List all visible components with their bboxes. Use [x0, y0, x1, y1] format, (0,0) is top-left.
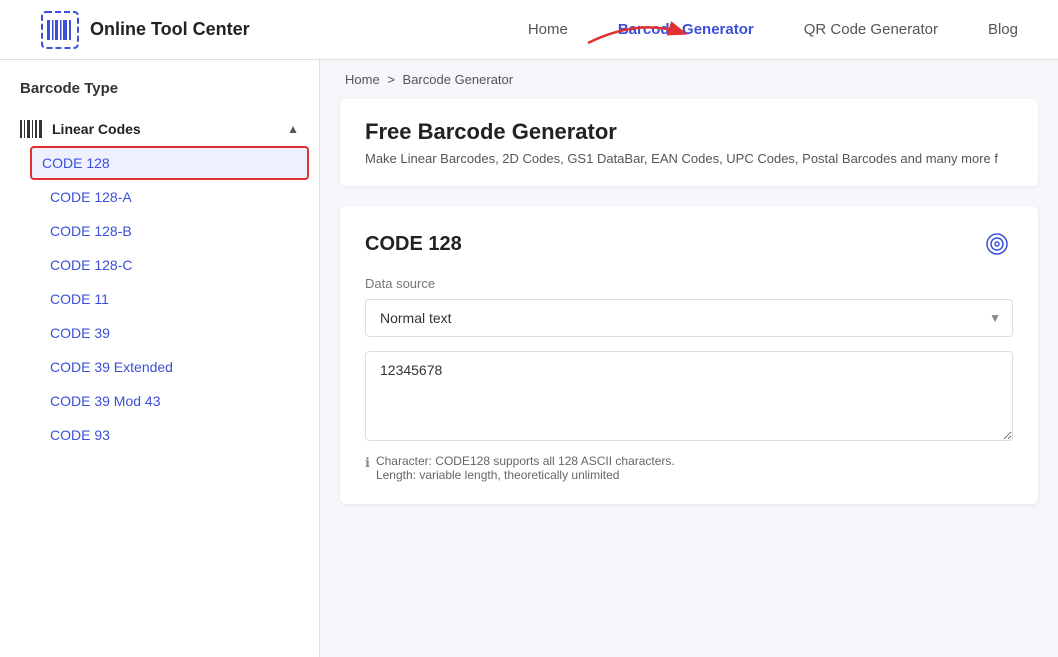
barcode-text-input[interactable] [365, 351, 1013, 441]
barcode-lines-icon [20, 120, 42, 138]
breadcrumb-current: Barcode Generator [403, 72, 514, 87]
page-header-box: Free Barcode Generator Make Linear Barco… [340, 99, 1038, 186]
sidebar-item-code-39[interactable]: CODE 39 [0, 316, 319, 350]
logo-icon [40, 10, 80, 50]
data-source-wrapper: Normal text ▼ [365, 299, 1013, 337]
main-nav: Home Barcode Generator QR Code Generator… [528, 21, 1018, 38]
sidebar-section-linear-codes[interactable]: Linear Codes ▲ [0, 112, 319, 146]
section-label-text: Linear Codes [52, 121, 141, 137]
sidebar-item-code-93[interactable]: CODE 93 [0, 418, 319, 452]
info-text-block: ℹ Character: CODE128 supports all 128 AS… [365, 454, 1013, 482]
nav-barcode-generator[interactable]: Barcode Generator [618, 21, 754, 38]
info-line-1: Character: CODE128 supports all 128 ASCI… [376, 454, 675, 468]
section-chevron-icon: ▲ [287, 122, 299, 136]
settings-icon [985, 232, 1009, 256]
sidebar: Barcode Type Linear Codes ▲ CODE 128 COD… [0, 60, 320, 657]
sidebar-item-code-39-extended[interactable]: CODE 39 Extended [0, 350, 319, 384]
info-icon: ℹ [365, 455, 370, 482]
main-content: Home > Barcode Generator Free Barcode Ge… [320, 60, 1058, 657]
layout: Barcode Type Linear Codes ▲ CODE 128 COD… [0, 60, 1058, 657]
nav-blog[interactable]: Blog [988, 21, 1018, 38]
generator-box: CODE 128 Data source Normal text ▼ [340, 206, 1038, 504]
page-subtitle: Make Linear Barcodes, 2D Codes, GS1 Data… [365, 151, 1013, 166]
generator-title: CODE 128 [365, 233, 462, 256]
data-source-label: Data source [365, 276, 1013, 291]
sidebar-item-code-128-a[interactable]: CODE 128-A [0, 180, 319, 214]
logo-text: Online Tool Center [90, 19, 250, 40]
breadcrumb: Home > Barcode Generator [320, 60, 1058, 99]
sidebar-item-code-11[interactable]: CODE 11 [0, 282, 319, 316]
breadcrumb-home[interactable]: Home [345, 72, 380, 87]
settings-icon-button[interactable] [981, 228, 1013, 260]
sidebar-title: Barcode Type [0, 80, 319, 112]
page-title: Free Barcode Generator [365, 119, 1013, 145]
header: Online Tool Center Home Barcode Generato… [0, 0, 1058, 60]
nav-qr-code-generator[interactable]: QR Code Generator [804, 21, 938, 38]
info-line-2: Length: variable length, theoretically u… [376, 468, 675, 482]
sidebar-item-code-39-mod-43[interactable]: CODE 39 Mod 43 [0, 384, 319, 418]
sidebar-item-code-128-c[interactable]: CODE 128-C [0, 248, 319, 282]
sidebar-item-code-128-b[interactable]: CODE 128-B [0, 214, 319, 248]
logo-area: Online Tool Center [40, 10, 250, 50]
sidebar-item-code-128[interactable]: CODE 128 [30, 146, 309, 180]
data-source-select[interactable]: Normal text [365, 299, 1013, 337]
nav-home[interactable]: Home [528, 21, 568, 38]
generator-header: CODE 128 [365, 228, 1013, 260]
